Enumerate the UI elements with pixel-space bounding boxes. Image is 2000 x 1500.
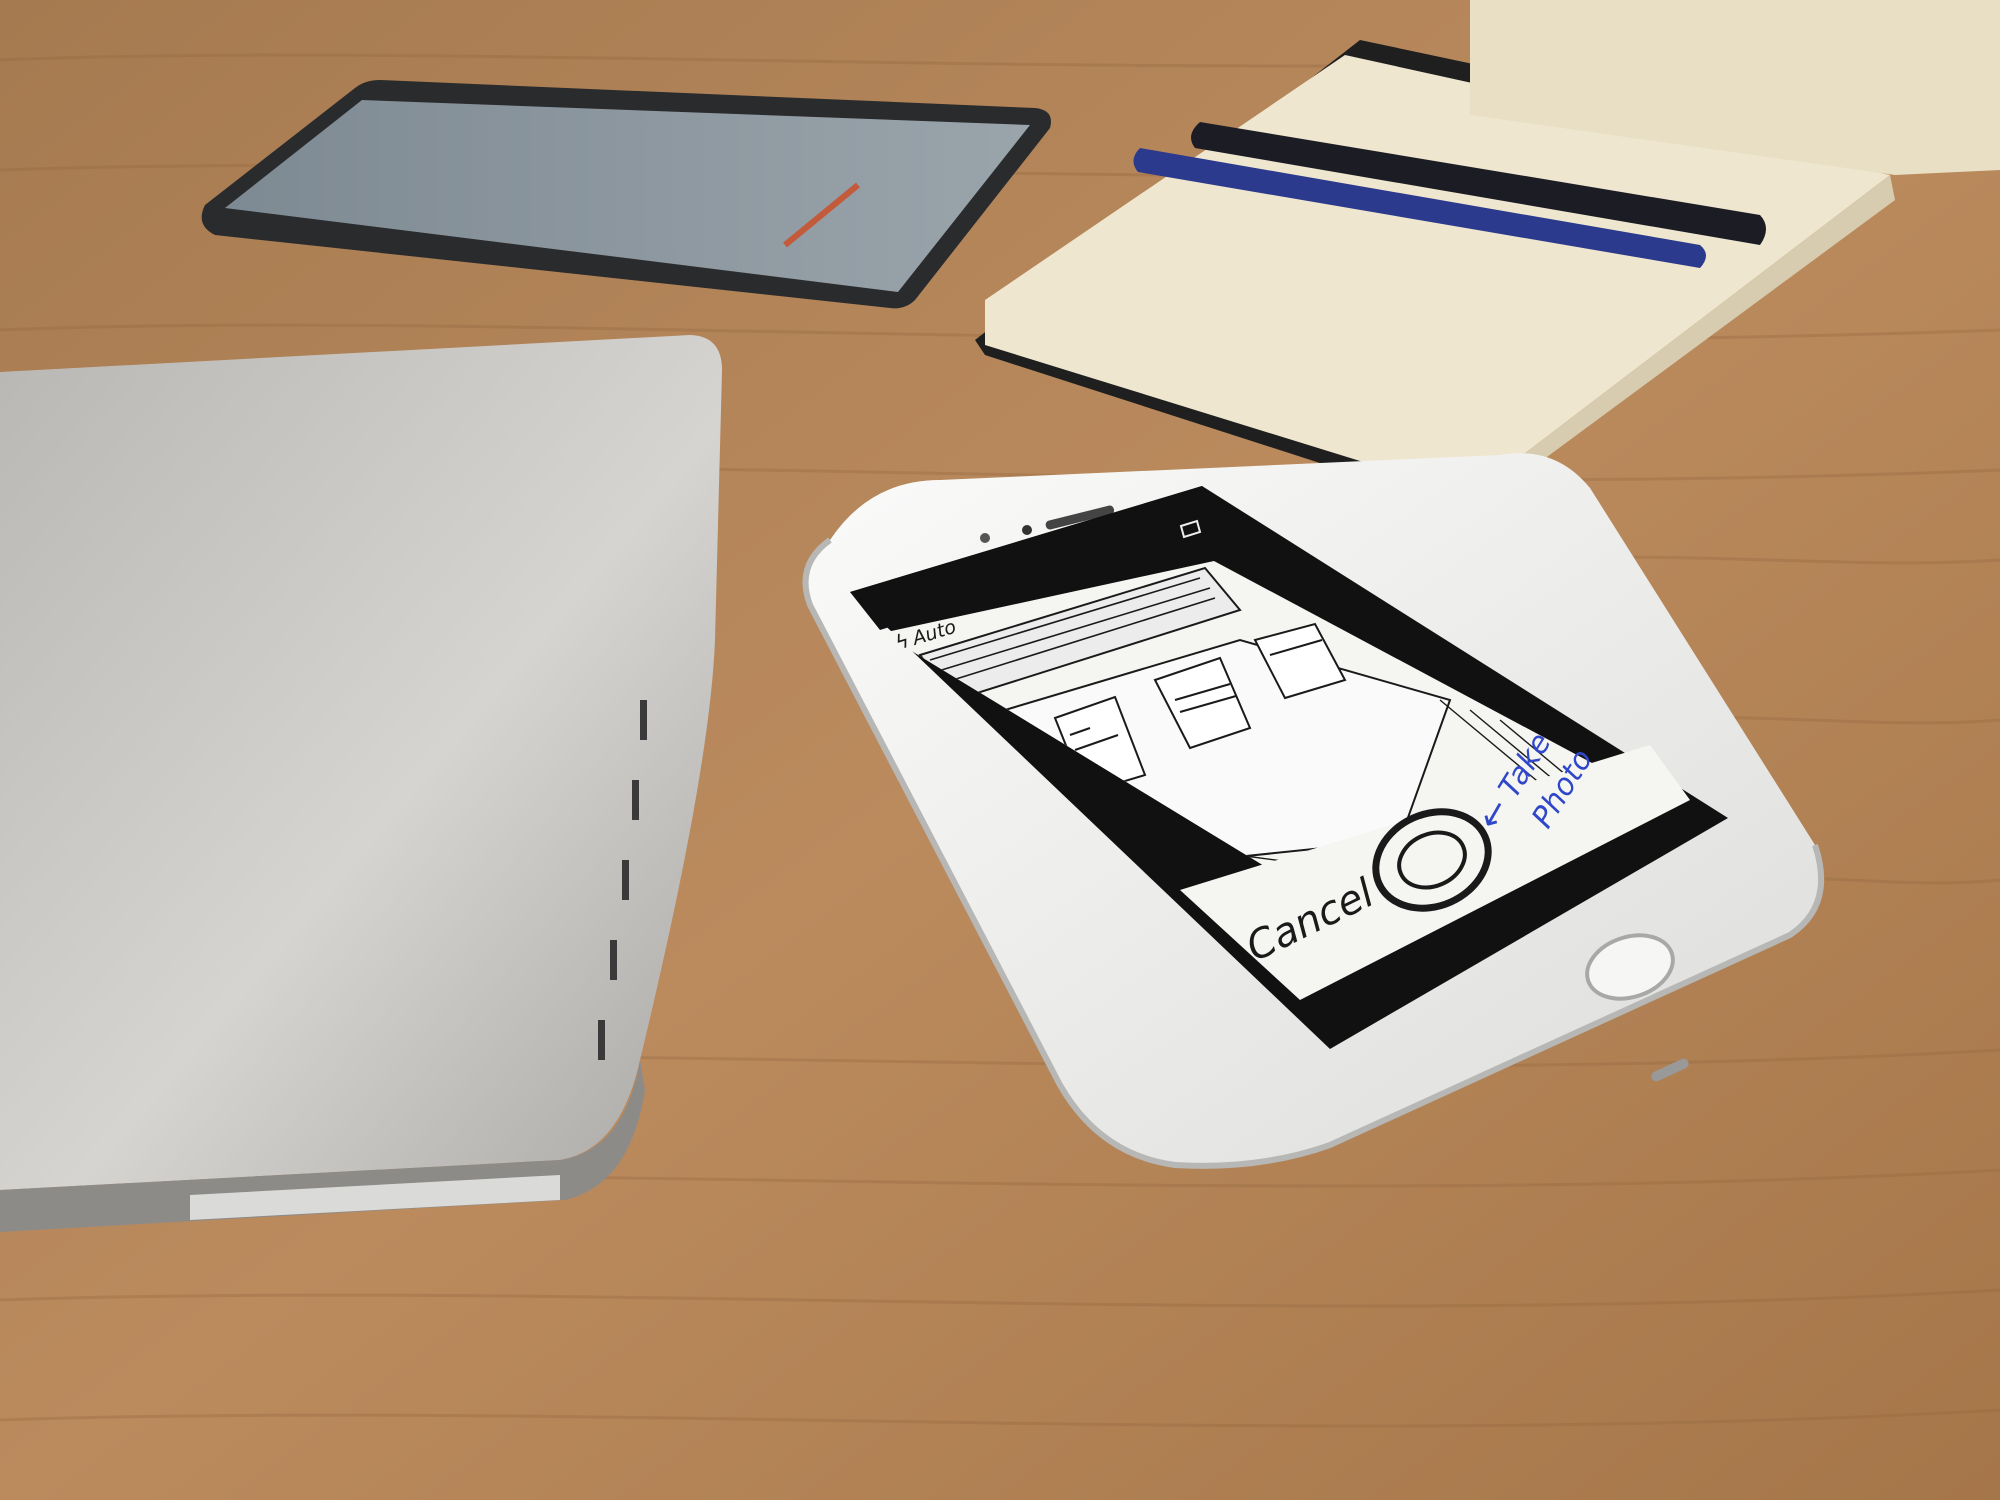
laptop <box>0 335 722 1232</box>
proximity-sensor <box>980 533 990 543</box>
desk-scene: ϟ Auto Cancel ← Take Photo <box>0 0 2000 1500</box>
front-camera <box>1022 525 1032 535</box>
